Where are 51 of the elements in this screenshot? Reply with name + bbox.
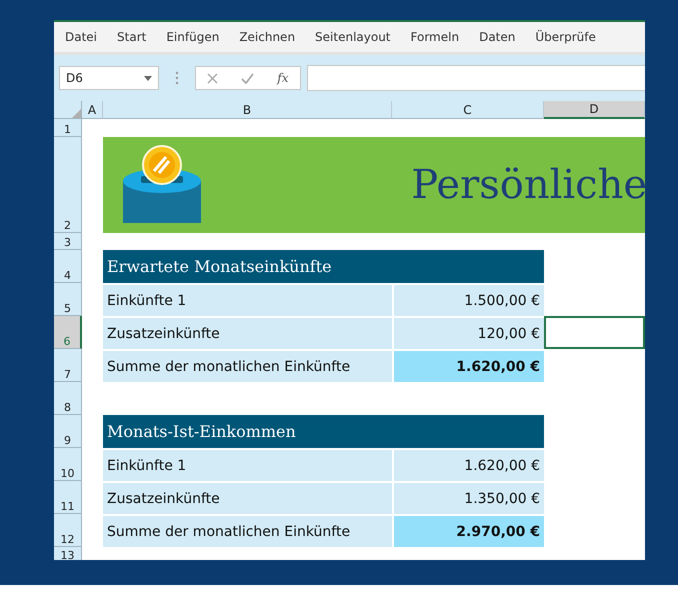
row-header[interactable]: 8	[54, 382, 82, 415]
cancel-icon[interactable]	[207, 72, 218, 84]
corner-triangle-icon	[72, 109, 81, 118]
coin-jar-icon	[121, 145, 201, 225]
select-all-corner[interactable]	[54, 101, 82, 119]
table-cell: 2.970,00 €	[392, 514, 544, 547]
table-cell: Einkünfte 1	[103, 448, 392, 481]
column-header[interactable]: A	[82, 101, 103, 119]
dropdown-caret-icon	[144, 76, 152, 80]
column-header[interactable]: C	[392, 101, 544, 119]
column-header[interactable]: D	[544, 101, 645, 119]
menu-tab[interactable]: Einfügen	[159, 30, 226, 44]
name-box[interactable]: D6	[59, 66, 159, 90]
insert-function-button[interactable]: fx	[277, 71, 289, 85]
menu-tab[interactable]: Überprüfe	[528, 30, 603, 44]
row-header[interactable]: 5	[54, 283, 82, 316]
table-cell: Zusatzeinkünfte	[103, 316, 392, 349]
checkmark-icon[interactable]	[241, 72, 254, 84]
selected-cell[interactable]	[544, 316, 645, 349]
menu-tab[interactable]: Start	[110, 30, 154, 44]
row-header[interactable]: 1	[54, 119, 82, 137]
menu-tab[interactable]: Formeln	[404, 30, 466, 44]
table-cell: 1.500,00 €	[392, 283, 544, 316]
row-header[interactable]: 12	[54, 514, 82, 547]
row-header[interactable]: 9	[54, 415, 82, 448]
row-header[interactable]: 2	[54, 137, 82, 233]
table-cell: 1.620,00 €	[392, 448, 544, 481]
column-header[interactable]: B	[103, 101, 392, 119]
menu-tab[interactable]: Zeichnen	[232, 30, 302, 44]
grip-icon	[175, 71, 179, 85]
table-title: Monats-Ist-Einkommen	[103, 415, 544, 448]
menu-tab[interactable]: Datei	[58, 30, 104, 44]
table-cell: Summe der monatlichen Einkünfte	[103, 514, 392, 547]
banner-title: Persönliche	[411, 162, 645, 208]
row-header[interactable]: 13	[54, 547, 82, 560]
table-cell: 1.350,00 €	[392, 481, 544, 514]
row-header[interactable]: 10	[54, 448, 82, 481]
row-header[interactable]: 3	[54, 233, 82, 250]
table-cell: Einkünfte 1	[103, 283, 392, 316]
row-header[interactable]: 7	[54, 349, 82, 382]
row-header[interactable]: 4	[54, 250, 82, 283]
menu-tab[interactable]: Seitenlayout	[308, 30, 398, 44]
row-header[interactable]: 6	[54, 316, 82, 349]
menu-tab[interactable]: Daten	[472, 30, 522, 44]
formula-input[interactable]	[307, 65, 645, 91]
row-header[interactable]: 11	[54, 481, 82, 514]
table-cell: Summe der monatlichen Einkünfte	[103, 349, 392, 382]
table-cell: 120,00 €	[392, 316, 544, 349]
table-cell: 1.620,00 €	[392, 349, 544, 382]
table-title: Erwartete Monatseinkünfte	[103, 250, 544, 283]
table-cell: Zusatzeinkünfte	[103, 481, 392, 514]
